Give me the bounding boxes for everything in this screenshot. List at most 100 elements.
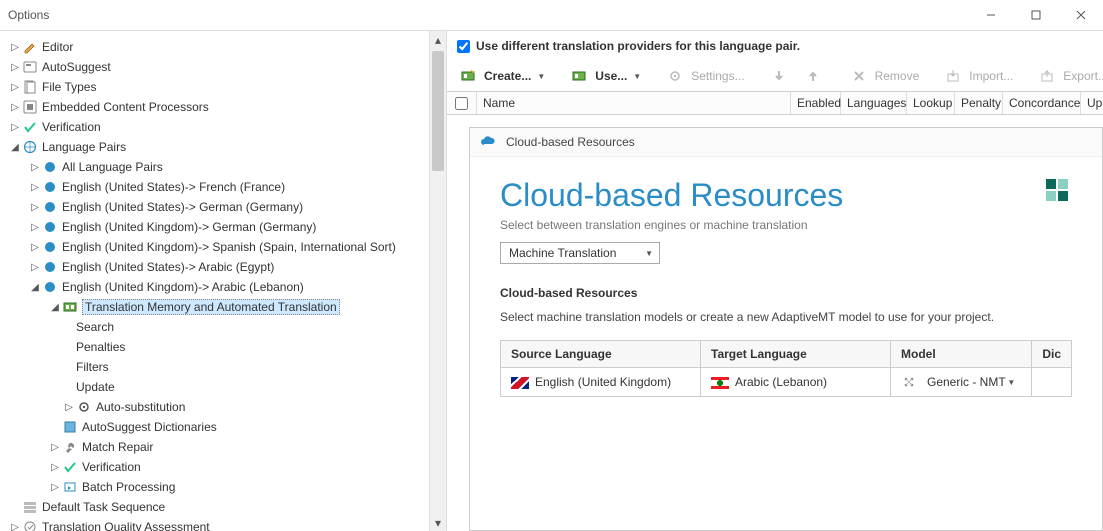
expand-icon[interactable]: ▷ <box>48 462 62 473</box>
tree-label: English (United States)-> Arabic (Egypt) <box>62 260 274 274</box>
tree-item-ecp[interactable]: ▷ Embedded Content Processors <box>2 97 446 117</box>
button-label: Remove <box>875 69 920 83</box>
move-up-button[interactable] <box>800 65 830 87</box>
grid-header-name[interactable]: Name <box>477 92 791 114</box>
tree-item-pair[interactable]: ▷English (United States)-> German (Germa… <box>2 197 446 217</box>
tree-item-taskseq[interactable]: ▷Default Task Sequence <box>2 497 446 517</box>
export-button[interactable]: Export... <box>1034 65 1103 87</box>
tree-label: Filters <box>76 360 109 374</box>
expand-icon[interactable]: ▷ <box>28 242 42 253</box>
chevron-down-icon: ▼ <box>633 72 641 81</box>
checkmark-icon <box>62 459 78 475</box>
remove-button[interactable]: Remove <box>846 65 925 87</box>
grid-header-lookup[interactable]: Lookup <box>907 92 955 114</box>
maximize-button[interactable] <box>1013 0 1058 30</box>
arrow-down-icon <box>771 68 787 84</box>
button-label: Export... <box>1063 69 1103 83</box>
expand-icon[interactable]: ▷ <box>8 102 22 113</box>
move-down-button[interactable] <box>766 65 796 87</box>
expand-icon[interactable]: ▷ <box>8 122 22 133</box>
scroll-down-icon[interactable]: ▾ <box>430 514 446 531</box>
expand-icon[interactable]: ▷ <box>48 442 62 453</box>
import-icon <box>945 68 961 84</box>
tree-item-matchrepair[interactable]: ▷Match Repair <box>2 437 446 457</box>
provider-checkbox-row: Use different translation providers for … <box>447 31 1103 61</box>
grid-header-enabled[interactable]: Enabled <box>791 92 841 114</box>
remove-icon <box>851 68 867 84</box>
cell-model[interactable]: Generic - NMT ▼ <box>891 368 1032 397</box>
tree-label: English (United Kingdom)-> German (Germa… <box>62 220 316 234</box>
tree-item-pair[interactable]: ▷ English (United States)-> Arabic (Egypt… <box>2 257 446 277</box>
tree-item-editor[interactable]: ▷ Editor <box>2 37 446 57</box>
tree-item-tqa[interactable]: ▷Translation Quality Assessment <box>2 517 446 531</box>
expand-icon[interactable]: ▷ <box>28 202 42 213</box>
tree-item-pair[interactable]: ▷English (United States)-> French (Franc… <box>2 177 446 197</box>
grid-header-checkbox[interactable] <box>447 92 477 114</box>
tree-item-pair[interactable]: ▷English (United Kingdom)-> Spanish (Spa… <box>2 237 446 257</box>
window-buttons <box>968 0 1103 30</box>
engine-select[interactable]: Machine Translation ▼ <box>500 242 660 264</box>
close-button[interactable] <box>1058 0 1103 30</box>
wrench-icon <box>62 439 78 455</box>
import-button[interactable]: Import... <box>940 65 1018 87</box>
expand-icon[interactable]: ▷ <box>62 402 76 413</box>
details-panel: Use different translation providers for … <box>447 31 1103 531</box>
tree-label: AutoSuggest Dictionaries <box>82 420 217 434</box>
tree-label: Penalties <box>76 340 125 354</box>
settings-button[interactable]: Settings... <box>662 65 749 87</box>
grid-header-languages[interactable]: Languages <box>841 92 907 114</box>
tree-item-verification2[interactable]: ▷Verification <box>2 457 446 477</box>
tree-item-tm-automated[interactable]: ◢ Translation Memory and Automated Trans… <box>2 297 446 317</box>
minimize-button[interactable] <box>968 0 1013 30</box>
expand-icon[interactable]: ▷ <box>28 262 42 273</box>
expand-icon[interactable]: ▷ <box>28 182 42 193</box>
expand-icon[interactable]: ▷ <box>48 482 62 493</box>
lang-pair-icon <box>42 259 58 275</box>
grid-header-penalty[interactable]: Penalty <box>955 92 1003 114</box>
tree-item-verification[interactable]: ▷ Verification <box>2 117 446 137</box>
cell-dict[interactable] <box>1032 368 1072 397</box>
select-all-checkbox[interactable] <box>455 97 468 110</box>
collapse-icon[interactable]: ◢ <box>48 302 62 313</box>
scroll-thumb[interactable] <box>432 51 444 171</box>
button-label: Create... <box>484 69 531 83</box>
tree-item-filters[interactable]: Filters <box>2 357 446 377</box>
grid-header-update[interactable]: Up <box>1081 92 1103 114</box>
collapse-icon[interactable]: ◢ <box>8 142 22 153</box>
tree-item-asdict[interactable]: ▷AutoSuggest Dictionaries <box>2 417 446 437</box>
tree-item-pair[interactable]: ▷ English (United Kingdom)-> German (Germ… <box>2 217 446 237</box>
select-value: Machine Translation <box>509 246 616 260</box>
tree-item-search[interactable]: Search <box>2 317 446 337</box>
title-bar: Options <box>0 0 1103 30</box>
use-icon <box>571 68 587 84</box>
cell-source: English (United Kingdom) <box>501 368 701 397</box>
tree-item-all-language-pairs[interactable]: ▷ All Language Pairs <box>2 157 446 177</box>
tree-item-penalties[interactable]: Penalties <box>2 337 446 357</box>
tree-item-pair-active[interactable]: ◢English (United Kingdom)-> Arabic (Leba… <box>2 277 446 297</box>
tree-item-autosuggest[interactable]: ▷ AutoSuggest <box>2 57 446 77</box>
collapse-icon[interactable]: ◢ <box>28 282 42 293</box>
expand-icon[interactable]: ▷ <box>8 82 22 93</box>
expand-icon[interactable]: ▷ <box>8 522 22 531</box>
tree-label: Language Pairs <box>42 140 126 154</box>
table-header-row: Source Language Target Language Model Di… <box>501 341 1072 368</box>
use-different-providers-checkbox[interactable] <box>457 40 470 53</box>
create-button[interactable]: Create...▼ <box>455 65 550 87</box>
grid-header-concordance[interactable]: Concordance <box>1003 92 1081 114</box>
table-row[interactable]: English (United Kingdom) Arabic (Lebanon… <box>501 368 1072 397</box>
use-button[interactable]: Use...▼ <box>566 65 646 87</box>
tree-item-autosub[interactable]: ▷Auto-substitution <box>2 397 446 417</box>
expand-icon[interactable]: ▷ <box>28 162 42 173</box>
tree-scrollbar[interactable]: ▴ ▾ <box>429 31 446 531</box>
tree-label: File Types <box>42 80 96 94</box>
expand-icon[interactable]: ▷ <box>28 222 42 233</box>
expand-icon[interactable]: ▷ <box>8 62 22 73</box>
scroll-up-icon[interactable]: ▴ <box>430 31 446 48</box>
lang-pair-icon <box>42 179 58 195</box>
tree-item-batch[interactable]: ▷ Batch Processing <box>2 477 446 497</box>
expand-icon[interactable]: ▷ <box>8 42 22 53</box>
tree-item-update[interactable]: Update <box>2 377 446 397</box>
tree-label: Batch Processing <box>82 480 175 494</box>
tree-item-filetypes[interactable]: ▷ File Types <box>2 77 446 97</box>
tree-item-language-pairs[interactable]: ◢ Language Pairs <box>2 137 446 157</box>
